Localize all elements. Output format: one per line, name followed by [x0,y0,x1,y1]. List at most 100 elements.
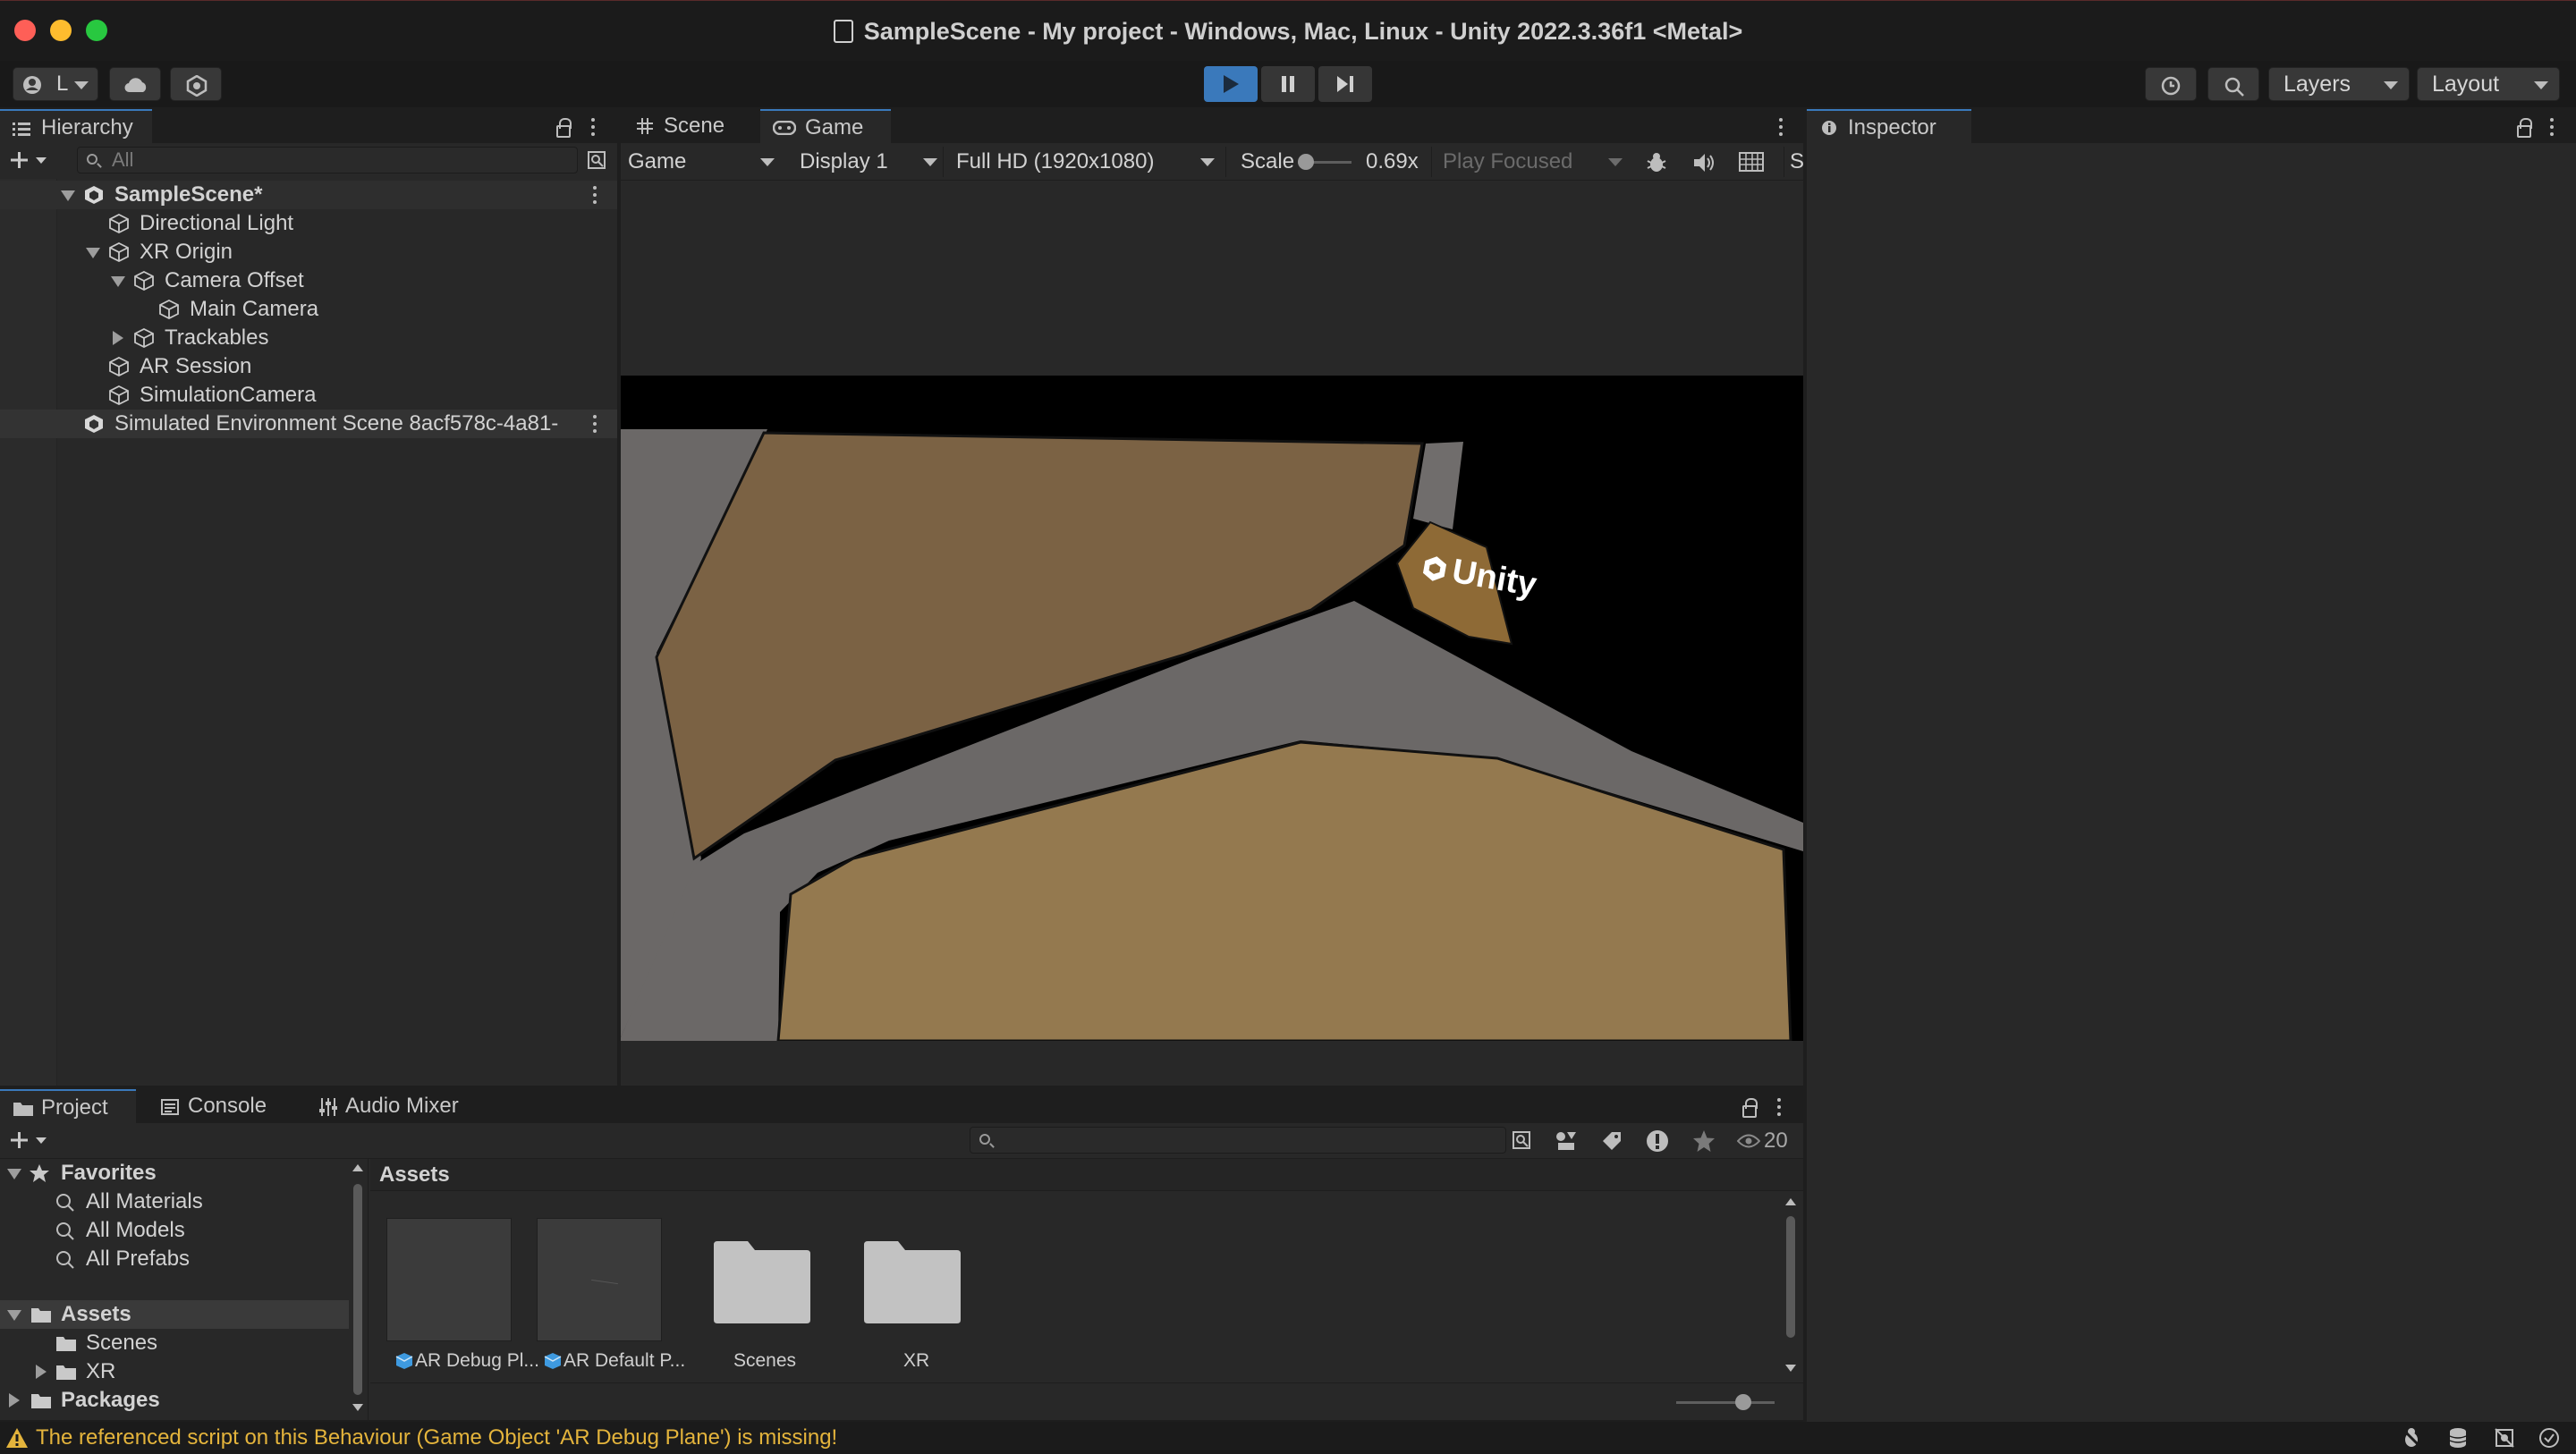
hierarchy-search-input[interactable]: All [77,147,578,173]
expand-icon[interactable] [111,276,125,287]
layout-dropdown[interactable]: Layout [2417,67,2560,101]
label-tag-icon[interactable] [1601,1130,1623,1152]
search-by-type-icon[interactable] [587,150,608,172]
folder-icon[interactable] [712,1241,812,1323]
icon-size-slider-track[interactable] [1676,1401,1775,1404]
display-dropdown[interactable]: Display 1 [800,147,943,177]
auto-generate-lighting-icon[interactable] [2494,1427,2515,1449]
expand-icon[interactable] [36,1365,47,1379]
warning-filter-icon[interactable] [1646,1129,1669,1153]
progress-check-icon[interactable] [2538,1427,2560,1449]
scroll-down-icon[interactable] [352,1404,363,1411]
breadcrumb-assets[interactable]: Assets [379,1159,450,1191]
collab-button[interactable] [170,67,222,101]
asset-label[interactable]: Scenes [733,1350,796,1372]
tree-all-materials[interactable]: All Materials [0,1188,349,1216]
add-dropdown[interactable] [11,1130,48,1150]
undo-history-button[interactable] [2145,67,2197,101]
expand-icon[interactable] [113,331,123,345]
tab-audio-mixer[interactable]: Audio Mixer [304,1089,492,1123]
tree-scenes[interactable]: Scenes [0,1329,349,1357]
resolution-dropdown[interactable]: Full HD (1920x1080) [943,147,1220,177]
tree-all-prefabs[interactable]: All Prefabs [0,1245,349,1273]
tab-project[interactable]: Project [0,1089,136,1123]
cloud-button[interactable] [109,67,161,101]
inspector-panel: Inspector [1807,109,2576,1422]
scroll-down-icon[interactable] [1785,1365,1796,1372]
hierarchy-item-ar-session[interactable]: AR Session [0,352,617,381]
filter-by-type-icon[interactable] [1555,1130,1578,1152]
pause-button[interactable] [1261,66,1315,102]
expand-icon[interactable] [9,1393,20,1408]
asset-thumbnail[interactable] [386,1218,512,1341]
breadcrumb: Assets [370,1159,1803,1191]
tree-packages[interactable]: Packages [0,1386,349,1415]
folder-icon[interactable] [862,1241,962,1323]
debug-bug-icon[interactable] [2401,1427,2422,1449]
expand-icon[interactable] [61,190,75,201]
lock-icon[interactable] [556,118,572,138]
scroll-thumb[interactable] [1786,1216,1795,1338]
play-button[interactable] [1204,66,1258,102]
game-mode-dropdown[interactable]: Game [628,147,780,177]
asset-thumbnail[interactable] [537,1218,662,1341]
favorite-star-icon[interactable] [1692,1129,1716,1153]
project-search-input[interactable] [970,1127,1506,1154]
tree-assets[interactable]: Assets [0,1300,349,1329]
more-options-icon[interactable] [592,413,597,435]
tab-inspector[interactable]: Inspector [1807,109,1971,143]
scroll-up-icon[interactable] [352,1164,363,1171]
asset-label[interactable]: AR Debug Pl... [415,1350,539,1372]
visibility-eye-icon[interactable] [1737,1133,1760,1149]
scroll-thumb[interactable] [353,1184,362,1395]
expand-icon[interactable] [7,1169,21,1179]
expand-icon[interactable] [86,248,100,258]
status-message[interactable]: The referenced script on this Behaviour … [36,1422,837,1454]
icon-size-slider-thumb[interactable] [1735,1394,1751,1410]
hierarchy-item-directional-light[interactable]: Directional Light [0,209,617,238]
tree-xr[interactable]: XR [0,1357,349,1386]
more-options-icon[interactable] [590,116,596,138]
lock-icon[interactable] [2517,118,2532,138]
tab-scene[interactable]: Scene [621,109,760,143]
tree-favorites[interactable]: Favorites [0,1159,349,1188]
tree-scrollbar[interactable] [351,1164,365,1413]
more-options-icon[interactable] [592,184,597,206]
scroll-up-icon[interactable] [1785,1198,1796,1205]
search-by-type-icon[interactable] [1512,1130,1533,1152]
hierarchy-item-trackables[interactable]: Trackables [0,324,617,352]
hierarchy-item-camera-offset[interactable]: Camera Offset [0,266,617,295]
play-focused-dropdown[interactable]: Play Focused [1431,147,1630,177]
stats-grid-icon[interactable] [1739,152,1764,172]
asset-label[interactable]: AR Default P... [564,1350,685,1372]
more-options-icon[interactable] [2549,116,2555,138]
assets-scrollbar[interactable] [1784,1198,1798,1374]
tab-hierarchy[interactable]: Hierarchy [0,109,152,143]
hierarchy-item-samplescene[interactable]: SampleScene* [0,181,617,209]
asset-label[interactable]: XR [903,1350,929,1372]
bug-icon[interactable] [1646,152,1667,173]
scale-slider-thumb[interactable] [1298,154,1314,170]
game-viewport[interactable]: Unity [621,376,1803,1041]
tree-all-models[interactable]: All Models [0,1216,349,1245]
lock-icon[interactable] [1742,1098,1758,1118]
search-button[interactable] [2207,67,2259,101]
account-dropdown[interactable]: L [13,67,98,101]
audio-icon[interactable] [1692,152,1716,173]
tab-game[interactable]: Game [760,109,891,143]
item-label: SampleScene* [114,182,263,207]
step-button[interactable] [1318,66,1372,102]
more-options-icon[interactable] [1778,116,1784,138]
hierarchy-item-simulation-camera[interactable]: SimulationCamera [0,381,617,410]
layers-dropdown[interactable]: Layers [2268,67,2410,101]
hierarchy-item-main-camera[interactable]: Main Camera [0,295,617,324]
more-options-icon[interactable] [1776,1096,1782,1118]
expand-icon[interactable] [7,1310,21,1321]
stats-toggle[interactable]: S [1784,147,1804,177]
tab-console[interactable]: Console [145,1089,301,1123]
add-dropdown[interactable] [11,150,48,170]
hierarchy-item-simulated-environment[interactable]: Simulated Environment Scene 8acf578c-4a8… [0,410,617,438]
console-icon [161,1099,179,1115]
cache-server-icon[interactable] [2447,1427,2469,1449]
hierarchy-item-xr-origin[interactable]: XR Origin [0,238,617,266]
